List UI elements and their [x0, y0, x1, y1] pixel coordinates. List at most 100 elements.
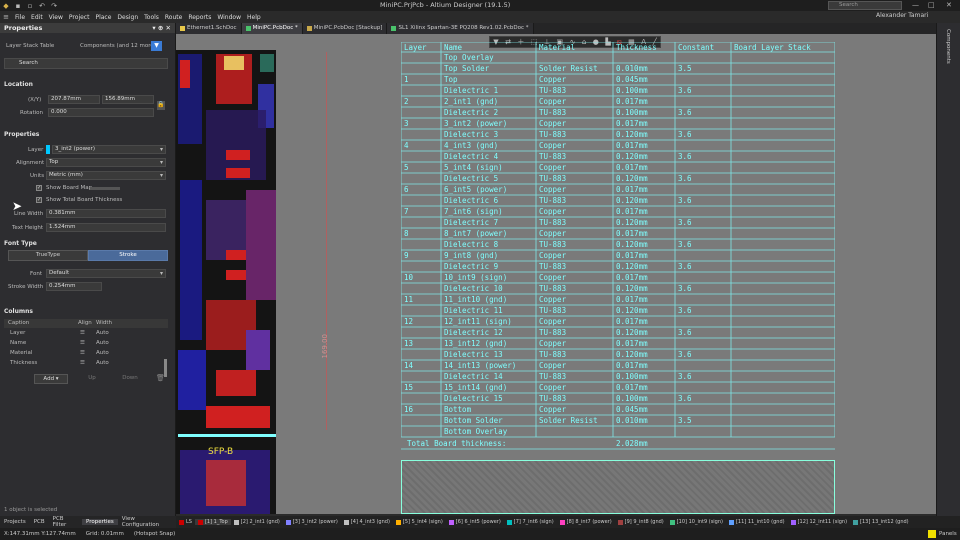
table-cell-constant: 3.6	[678, 108, 692, 117]
panel-search-input[interactable]: Search	[4, 58, 168, 69]
table-cell-name: Top Overlay	[444, 53, 494, 62]
doc-tab[interactable]: SL1 Xilinx Spartan-3E PQ208 Rev1.02.PcbD…	[387, 23, 534, 34]
layer-tab[interactable]: [2] 2_int1 (gnd)	[231, 519, 283, 525]
panel-tab-view-configuration[interactable]: View Configuration	[118, 516, 176, 528]
menu-place[interactable]: Place	[92, 14, 114, 21]
column-width[interactable]: Auto	[96, 350, 109, 356]
menu-view[interactable]: View	[46, 14, 66, 21]
menu-help[interactable]: Help	[244, 14, 264, 21]
table-cell-name: Top Solder	[444, 64, 490, 73]
menu-file[interactable]: File	[12, 14, 28, 21]
y-field[interactable]: 156.89mm	[102, 95, 154, 104]
filter-icon[interactable]: ▼	[151, 41, 162, 51]
column-row[interactable]: Layer ☰ Auto	[4, 329, 164, 339]
rotation-label: Rotation	[20, 110, 44, 116]
open-icon[interactable]: ▫	[26, 2, 34, 10]
layer-stack-table[interactable]: Layer Name Material Thickness Constant Board …	[401, 42, 835, 460]
menu-reports[interactable]: Reports	[185, 14, 214, 21]
table-cell-constant: 3.6	[678, 218, 692, 227]
layer-tab[interactable]: [5] 5_int4 (sign)	[393, 519, 446, 525]
table-cell-constant: 3.6	[678, 372, 692, 381]
layer-tab[interactable]: [11] 11_int10 (gnd)	[726, 519, 788, 525]
properties-header[interactable]: Properties	[0, 129, 39, 140]
table-cell-layer: 7	[404, 207, 409, 216]
user-name[interactable]: Alexander Tamari	[876, 12, 928, 19]
layer-tab[interactable]: [3] 3_int2 (power)	[283, 519, 341, 525]
column-width[interactable]: Auto	[96, 330, 109, 336]
doc-tab[interactable]: MiniPC.PcbDoc *	[241, 23, 303, 34]
add-button[interactable]: Add ▾	[34, 374, 68, 384]
x-field[interactable]: 207.87mm	[48, 95, 100, 104]
column-row[interactable]: Material ☰ Auto	[4, 349, 164, 359]
layer-tab[interactable]: [12] 12_int11 (sign)	[788, 519, 850, 525]
menu-tools[interactable]: Tools	[141, 14, 162, 21]
layer-tab[interactable]: [4] 4_int3 (gnd)	[341, 519, 393, 525]
doc-tab[interactable]: MiniPC.PcbDoc [Stackup]	[302, 23, 388, 34]
minimize-icon[interactable]: —	[912, 1, 919, 9]
layer-tab-label: [7] 7_int6 (sign)	[513, 519, 554, 525]
main-menu-icon[interactable]: ≡	[2, 13, 10, 21]
pcb-board[interactable]: SFP-B	[176, 50, 276, 514]
align-left-icon[interactable]: ☰	[80, 360, 85, 366]
layer-tab[interactable]: [8] 8_int7 (power)	[557, 519, 615, 525]
stroke-width-field[interactable]: 0.254mm	[46, 282, 102, 291]
layer-color-swatch	[179, 519, 184, 525]
column-row[interactable]: Thickness ☰ Auto	[4, 359, 164, 369]
panels-button[interactable]: Panels	[928, 530, 960, 538]
layer-tab[interactable]: [13] 13_int12 (gnd)	[850, 519, 912, 525]
layer-tab[interactable]: LS	[176, 519, 195, 525]
panel-tab-projects[interactable]: Projects	[0, 519, 30, 525]
layer-tab[interactable]: [7] 7_int6 (sign)	[504, 519, 557, 525]
rotation-field[interactable]: 0.000	[48, 108, 154, 117]
maximize-icon[interactable]: □	[928, 1, 935, 9]
doc-tab[interactable]: Ethernet1.SchDoc	[176, 23, 242, 34]
table-cell-name: 15_int14 (gnd)	[444, 383, 508, 392]
column-row[interactable]: Name ☰ Auto	[4, 339, 164, 349]
pcb-canvas[interactable]: SFP-B 169.00 ▼ ⇄ ＋ ⬚ ⊥ ▣ ∿ ⌂ ● ▙ ⧅ ▦ A ╱…	[176, 34, 936, 514]
delete-icon[interactable]: 🗑	[156, 374, 165, 382]
show-thickness-checkbox[interactable]: ✓	[36, 197, 42, 203]
layer-tab[interactable]: [1] 1_Top	[194, 519, 231, 525]
text-height-field[interactable]: 1.524mm	[46, 223, 166, 232]
line-width-field[interactable]: 0.381mm	[46, 209, 166, 218]
layer-tab[interactable]: [10] 10_int9 (sign)	[667, 519, 726, 525]
layer-tab[interactable]: [9] 9_int8 (gnd)	[615, 519, 667, 525]
down-button[interactable]: Down	[118, 374, 142, 384]
up-button[interactable]: Up	[80, 374, 104, 384]
show-board-map-checkbox[interactable]: ✓	[36, 185, 42, 191]
column-width[interactable]: Auto	[96, 340, 109, 346]
menu-route[interactable]: Route	[162, 14, 185, 21]
panel-pin-icon[interactable]: ▾ ⊕ ✕	[152, 23, 175, 33]
redo-icon[interactable]: ↷	[50, 2, 58, 10]
save-icon[interactable]: ▪	[14, 2, 22, 10]
close-icon[interactable]: ✕	[946, 1, 952, 9]
panel-tab-pcb-filter[interactable]: PCB Filter	[49, 516, 82, 528]
menu-project[interactable]: Project	[66, 14, 93, 21]
table-cell-constant: 3.6	[678, 174, 692, 183]
align-left-icon[interactable]: ☰	[80, 340, 85, 346]
layer-tab[interactable]: [6] 6_int5 (power)	[446, 519, 504, 525]
table-cell-constant: 3.6	[678, 350, 692, 359]
menu-edit[interactable]: Edit	[28, 14, 46, 21]
board-map-slider[interactable]	[90, 187, 120, 190]
truetype-toggle[interactable]: TrueType	[8, 250, 88, 261]
panel-tab-properties[interactable]: Properties	[81, 519, 118, 525]
location-header[interactable]: Location	[0, 79, 33, 90]
align-left-icon[interactable]: ☰	[80, 330, 85, 336]
column-width[interactable]: Auto	[96, 360, 109, 366]
components-panel-tab[interactable]: Components	[945, 29, 951, 64]
global-search-input[interactable]: Search	[828, 1, 902, 10]
alignment-dropdown[interactable]: Top	[46, 158, 166, 167]
units-dropdown[interactable]: Metric (mm)	[46, 171, 166, 180]
table-cell-name: 3_int2 (power)	[444, 119, 508, 128]
menu-design[interactable]: Design	[114, 14, 141, 21]
menu-window[interactable]: Window	[214, 14, 244, 21]
layer-dropdown[interactable]: 3_int2 (power)	[52, 145, 166, 154]
panel-tab-pcb[interactable]: PCB	[30, 519, 49, 525]
undo-icon[interactable]: ↶	[38, 2, 46, 10]
font-dropdown[interactable]: Default	[46, 269, 166, 278]
lock-icon[interactable]: 🔒	[157, 101, 165, 110]
stroke-toggle[interactable]: Stroke	[88, 250, 168, 261]
align-left-icon[interactable]: ☰	[80, 350, 85, 356]
columns-header[interactable]: Columns	[0, 306, 33, 317]
